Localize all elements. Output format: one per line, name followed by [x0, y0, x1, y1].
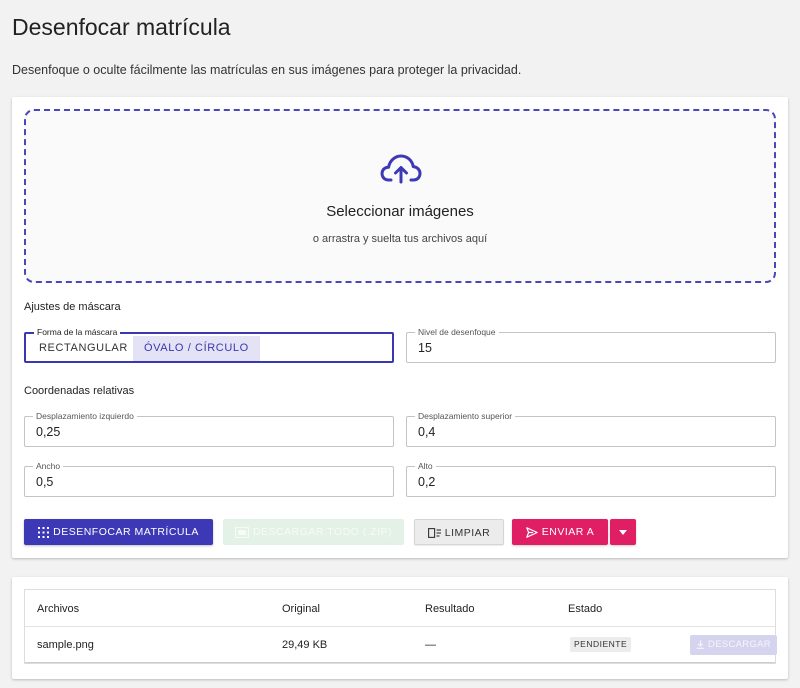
coordinates-heading: Coordenadas relativas: [24, 385, 135, 397]
dropzone-title: Seleccionar imágenes: [326, 203, 474, 220]
send-to-menu-button[interactable]: [610, 519, 636, 545]
files-table: Archivos Original Resultado Estado sampl…: [24, 589, 777, 664]
column-header-result: Resultado: [425, 603, 475, 615]
grid-blur-icon: [38, 526, 50, 538]
download-icon: [696, 640, 705, 649]
mask-shape-option-rectangular[interactable]: RECTANGULAR: [28, 336, 139, 361]
cloud-upload-icon: [380, 154, 422, 184]
header-divider: [25, 626, 775, 627]
send-to-button-label: ENVIAR A: [541, 526, 595, 538]
table-bottom-border: [25, 662, 775, 663]
download-all-button[interactable]: DESCARGAR TODO (.ZIP): [223, 519, 404, 545]
offset-left-field[interactable]: Desplazamiento izquierdo 0,25: [24, 411, 394, 447]
original-size-cell: 29,49 KB: [282, 639, 328, 651]
width-label: Ancho: [33, 461, 64, 471]
blur-plate-button-label: DESENFOCAR MATRÍCULA: [53, 526, 199, 538]
clear-button[interactable]: LIMPIAR: [414, 519, 504, 545]
offset-left-label: Desplazamiento izquierdo: [33, 411, 137, 421]
download-file-button-label: DESCARGAR: [708, 639, 771, 650]
download-file-button[interactable]: DESCARGAR: [690, 635, 777, 655]
offset-top-label: Desplazamiento superior: [415, 411, 516, 421]
width-value[interactable]: 0,5: [36, 475, 53, 489]
send-icon: [525, 526, 538, 538]
mask-shape-toggle: Forma de la máscara RECTANGULAR ÓVALO / …: [24, 327, 394, 363]
column-header-original: Original: [282, 603, 320, 615]
dropzone-subtitle: o arrastra y suelta tus archivos aquí: [312, 233, 488, 245]
mask-shape-option-oval[interactable]: ÓVALO / CÍRCULO: [133, 336, 260, 361]
settings-card: Seleccionar imágenes o arrastra y suelta…: [12, 97, 788, 558]
page-description: Desenfoque o oculte fácilmente las matrí…: [12, 63, 522, 77]
file-name-cell: sample.png: [37, 639, 94, 651]
mask-settings-heading: Ajustes de máscara: [24, 301, 121, 313]
blur-plate-button[interactable]: DESENFOCAR MATRÍCULA: [24, 519, 213, 545]
height-label: Alto: [415, 461, 436, 471]
files-card: Archivos Original Resultado Estado sampl…: [12, 577, 788, 679]
offset-top-value[interactable]: 0,4: [418, 425, 435, 439]
blur-level-value[interactable]: 15: [418, 341, 432, 355]
download-all-button-label: DESCARGAR TODO (.ZIP): [252, 526, 393, 538]
height-value[interactable]: 0,2: [418, 475, 435, 489]
offset-left-value[interactable]: 0,25: [36, 425, 60, 439]
file-dropzone[interactable]: Seleccionar imágenes o arrastra y suelta…: [24, 109, 776, 283]
height-field[interactable]: Alto 0,2: [406, 461, 776, 497]
column-header-status: Estado: [568, 603, 603, 615]
offset-top-field[interactable]: Desplazamiento superior 0,4: [406, 411, 776, 447]
blur-level-label: Nivel de desenfoque: [415, 327, 499, 337]
page-title: Desenfocar matrícula: [12, 14, 231, 40]
blur-level-field[interactable]: Nivel de desenfoque 15: [406, 327, 776, 363]
status-badge: PENDIENTE: [570, 637, 632, 652]
clear-button-label: LIMPIAR: [444, 527, 491, 539]
send-to-button[interactable]: ENVIAR A: [512, 519, 608, 545]
clear-list-icon: [427, 528, 441, 539]
caret-down-icon: [619, 529, 627, 535]
column-header-files: Archivos: [37, 603, 80, 615]
result-cell: —: [425, 639, 436, 651]
width-field[interactable]: Ancho 0,5: [24, 461, 394, 497]
archive-icon: [234, 526, 249, 538]
